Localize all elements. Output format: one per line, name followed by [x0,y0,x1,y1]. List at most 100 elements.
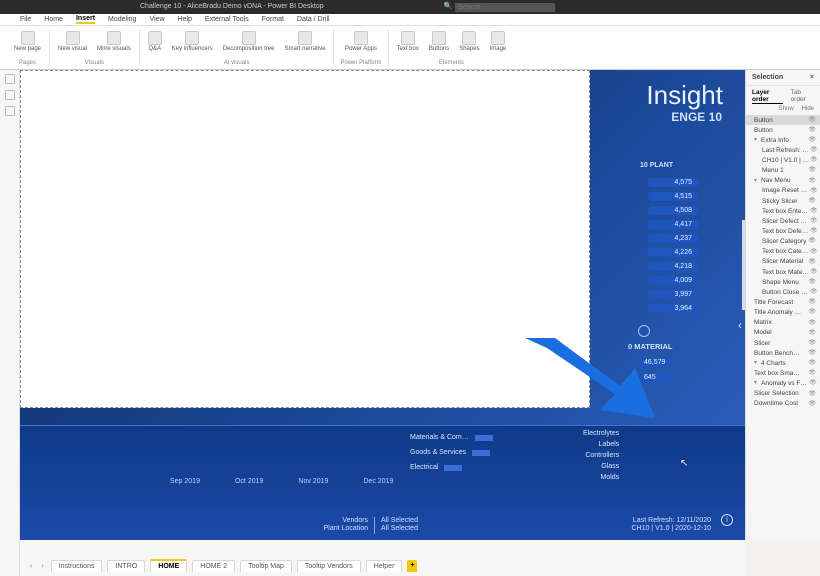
bar-label[interactable]: Labels [583,441,619,448]
bar-label[interactable]: Glass [583,463,619,470]
chevron-down-icon[interactable]: ▾ [754,178,757,185]
tab-scroll-right[interactable]: › [39,561,45,572]
selection-item[interactable]: Downtime Cost👁 [746,399,820,409]
selection-item[interactable]: CH10 | V1.0 | 2020-1…👁 [746,156,820,166]
selection-item[interactable]: Slicer Selection👁 [746,389,820,399]
close-icon[interactable]: × [810,74,814,81]
page-tab[interactable]: INTRO [107,560,145,572]
plant-value-pill[interactable]: 4,237 [648,234,698,243]
plant-value-pill[interactable]: 4,515 [648,192,698,201]
bar-label[interactable]: Controllers [583,452,619,459]
bar-row[interactable]: Materials & Com… [410,434,493,441]
ribbon-button[interactable]: Shapes [457,29,481,55]
visibility-toggle-icon[interactable]: 👁 [808,299,816,306]
bar-label[interactable]: Electrolytes [583,430,619,437]
visibility-toggle-icon[interactable]: 👁 [808,360,816,367]
selection-item[interactable]: Text box Smart Narra…👁 [746,369,820,379]
selection-tab[interactable]: Tab order [791,89,814,104]
ribbon-button[interactable]: Key influencers [170,29,215,55]
visibility-toggle-icon[interactable]: 👁 [810,147,818,154]
selection-item[interactable]: Text box Enter Cost👁 [746,206,820,216]
info-icon[interactable]: i [721,514,733,526]
selection-item[interactable]: Title Anomaly Detect…👁 [746,308,820,318]
visibility-toggle-icon[interactable]: 👁 [810,289,818,296]
plant-value-pill[interactable]: 3,964 [648,304,698,313]
visibility-toggle-icon[interactable]: 👁 [810,188,818,195]
selection-item[interactable]: Sticky Slicer👁 [746,196,820,206]
chevron-down-icon[interactable]: ▾ [754,137,757,144]
ribbon-button[interactable]: Text box [395,29,421,55]
selection-item[interactable]: Slicer👁 [746,338,820,348]
ribbon-button[interactable]: Smart narrative [282,29,327,55]
ribbon-tab[interactable]: Home [44,16,63,23]
selection-item[interactable]: Text box Material👁 [746,267,820,277]
page-tab[interactable]: Helper [366,560,403,572]
visibility-toggle-icon[interactable]: 👁 [808,178,816,185]
visibility-toggle-icon[interactable]: 👁 [808,350,816,357]
ribbon-tab[interactable]: Modeling [108,16,136,23]
ribbon-tab[interactable]: Data / Drill [297,16,330,23]
show-all-button[interactable]: Show [779,106,794,112]
plant-value-pill[interactable]: 4,508 [648,206,698,215]
ribbon-button[interactable]: More visuals [95,29,133,55]
ribbon-button[interactable]: Power Apps [343,29,379,55]
visibility-toggle-icon[interactable]: 👁 [810,228,818,235]
visibility-toggle-icon[interactable]: 👁 [808,259,816,266]
selection-item[interactable]: Model👁 [746,328,820,338]
visibility-toggle-icon[interactable]: 👁 [808,279,816,286]
selection-item[interactable]: Slicer Material👁 [746,257,820,267]
plant-value-pill[interactable]: 3,997 [648,290,698,299]
ribbon-button[interactable]: New visual [56,29,89,55]
visibility-toggle-icon[interactable]: 👁 [808,320,816,327]
chevron-down-icon[interactable]: ▾ [754,360,757,367]
visibility-toggle-icon[interactable]: 👁 [810,249,818,256]
selection-item[interactable]: ▾Anomaly vs Forecast👁 [746,379,820,389]
model-view-icon[interactable] [5,106,15,116]
visibility-toggle-icon[interactable]: 👁 [808,167,816,174]
plant-value-pill[interactable]: 4,417 [648,220,698,229]
visibility-toggle-icon[interactable]: 👁 [808,370,816,377]
selection-item[interactable]: Image Reset Filters👁 [746,186,820,196]
page-tab[interactable]: HOME [150,559,187,572]
page-tab[interactable]: Tooltip Vendors [297,560,361,572]
tab-scroll-left[interactable]: ‹ [28,561,34,572]
selection-item[interactable]: Button Close Nav…👁 [746,287,820,297]
visibility-toggle-icon[interactable]: 👁 [810,157,818,164]
visibility-toggle-icon[interactable]: 👁 [808,340,816,347]
ribbon-tab[interactable]: External Tools [205,16,249,23]
visibility-toggle-icon[interactable]: 👁 [810,269,818,276]
selection-item[interactable]: Slicer Category👁 [746,237,820,247]
report-view-icon[interactable] [5,74,15,84]
page-tab[interactable]: Tooltip Map [240,560,292,572]
selection-item[interactable]: Title Forecast👁 [746,298,820,308]
selection-item[interactable]: ▾Extra Info👁 [746,135,820,145]
bar-row[interactable]: Electrical [410,464,493,471]
ribbon-tab[interactable]: Insert [76,15,95,24]
selection-item[interactable]: Button👁 [746,125,820,135]
selection-item[interactable]: ▾Nav Menu👁 [746,176,820,186]
data-view-icon[interactable] [5,90,15,100]
chevron-left-icon[interactable]: ‹ [738,318,742,332]
titlebar-search[interactable]: 🔍 [444,0,556,14]
visibility-toggle-icon[interactable]: 👁 [808,330,816,337]
selection-tab[interactable]: Layer order [752,89,783,104]
ribbon-button[interactable]: Decomposition tree [221,29,277,55]
search-input[interactable] [455,3,555,12]
page-tab[interactable]: HOME 2 [192,560,235,572]
visibility-toggle-icon[interactable]: 👁 [808,137,816,144]
selection-item[interactable]: Slicer Defect Type👁 [746,216,820,226]
chevron-down-icon[interactable]: ▾ [754,380,757,387]
plant-value-pill[interactable]: 4,009 [648,276,698,285]
plant-value-pill[interactable]: 4,218 [648,262,698,271]
visibility-toggle-icon[interactable]: 👁 [808,309,816,316]
ribbon-button[interactable]: New page [12,29,43,55]
selection-item[interactable]: Last Refresh: 12/1👁 [746,145,820,155]
visibility-toggle-icon[interactable]: 👁 [808,198,816,205]
visibility-toggle-icon[interactable]: 👁 [808,127,816,134]
plant-value-pill[interactable]: 4,226 [648,248,698,257]
selection-item[interactable]: Shape Menu👁 [746,277,820,287]
visibility-toggle-icon[interactable]: 👁 [809,380,817,387]
selection-item[interactable]: Menu 1👁 [746,166,820,176]
new-visual-placeholder[interactable] [20,70,590,408]
selection-item[interactable]: Text box Defect T…👁 [746,227,820,237]
